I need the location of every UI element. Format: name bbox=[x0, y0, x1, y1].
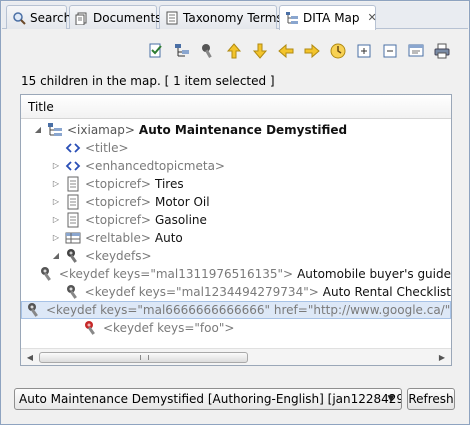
node-label: Motor Oil bbox=[154, 195, 210, 209]
expand-all-icon[interactable] bbox=[352, 40, 375, 62]
expanded-twisty-icon[interactable]: ◢ bbox=[51, 251, 61, 261]
node-tag: <keydefs> bbox=[85, 249, 152, 263]
tab-documents-label: Documents bbox=[93, 10, 162, 25]
tree-row[interactable]: <title> bbox=[21, 139, 451, 157]
key-icon bbox=[26, 302, 42, 318]
tree-row[interactable]: <keydef keys="foo"> bbox=[21, 319, 451, 337]
chevron-down-icon[interactable]: ▼ bbox=[384, 389, 398, 409]
move-up-icon[interactable] bbox=[222, 40, 245, 62]
scroll-right-icon[interactable]: ▶ bbox=[435, 351, 449, 364]
status-text: 15 children in the map. [ 1 item selecte… bbox=[21, 74, 275, 88]
refresh-button[interactable]: Refresh bbox=[407, 388, 455, 410]
demote-icon[interactable] bbox=[300, 40, 323, 62]
node-label: Auto Maintenance Demystified bbox=[138, 123, 348, 137]
properties-icon[interactable] bbox=[404, 40, 427, 62]
tab-search[interactable]: Search bbox=[6, 5, 71, 29]
collapsed-twisty-icon[interactable]: ▷ bbox=[51, 161, 61, 171]
documents-icon bbox=[75, 11, 89, 25]
node-tag: <keydef keys="foo"> bbox=[103, 321, 235, 335]
move-down-icon[interactable] bbox=[248, 40, 271, 62]
map-selector-dropdown[interactable]: Auto Maintenance Demystified [Authoring-… bbox=[14, 388, 402, 410]
horizontal-scrollbar[interactable]: ◀ ▶ bbox=[21, 348, 451, 365]
collapsed-twisty-icon[interactable]: ▷ bbox=[51, 179, 61, 189]
node-tag: <reltable> bbox=[85, 231, 151, 245]
collapsed-twisty-icon[interactable]: ▷ bbox=[51, 233, 61, 243]
topic-doc-icon bbox=[65, 212, 81, 228]
topic-doc-icon bbox=[65, 176, 81, 192]
key-red-icon bbox=[83, 320, 99, 336]
node-tag: <topicref> bbox=[85, 177, 151, 191]
tab-strip: Search Documents Taxonomy Terms DITA Map… bbox=[2, 2, 468, 30]
node-tag: <keydef keys="mal1234494279734"> bbox=[84, 285, 319, 299]
tree-row[interactable]: ▷ <enhancedtopicmeta> bbox=[21, 157, 451, 175]
node-tag: <topicref> bbox=[85, 195, 151, 209]
tree-row[interactable]: <keydef keys="mal1311976516135"> Automobi… bbox=[21, 265, 451, 283]
node-tag: <title> bbox=[85, 141, 129, 155]
tree-row[interactable]: ▷ <reltable> Auto bbox=[21, 229, 451, 247]
node-tag: <topicref> bbox=[85, 213, 151, 227]
scroll-thumb[interactable] bbox=[39, 352, 248, 363]
collapsed-twisty-icon[interactable]: ▷ bbox=[51, 197, 61, 207]
dita-map-icon bbox=[285, 11, 299, 25]
search-icon bbox=[12, 11, 26, 25]
node-tag: <ixiamap> bbox=[67, 123, 135, 137]
tab-dita-map[interactable]: DITA Map ✕ bbox=[279, 5, 377, 30]
toolbar bbox=[144, 39, 453, 63]
print-icon[interactable] bbox=[430, 40, 453, 62]
map-settings-icon[interactable] bbox=[170, 40, 193, 62]
dita-map-view: Search Documents Taxonomy Terms DITA Map… bbox=[0, 0, 470, 425]
collapse-all-icon[interactable] bbox=[378, 40, 401, 62]
node-tag: <keydef keys="mal6666666666666" href="ht… bbox=[46, 303, 451, 317]
node-label: Automobile buyer's guide bbox=[297, 267, 451, 281]
node-tag: <enhancedtopicmeta> bbox=[85, 159, 225, 173]
close-icon[interactable]: ✕ bbox=[368, 12, 377, 24]
collapsed-twisty-icon[interactable]: ▷ bbox=[51, 215, 61, 225]
expanded-twisty-icon[interactable]: ◢ bbox=[33, 125, 43, 135]
node-label: Gasoline bbox=[154, 213, 207, 227]
validate-icon[interactable] bbox=[144, 40, 167, 62]
key-icon bbox=[65, 284, 81, 300]
tree-row[interactable]: ▷ <topicref> Gasoline bbox=[21, 211, 451, 229]
tree-row[interactable]: ◢ <keydefs> bbox=[21, 247, 451, 265]
tree-row[interactable]: ▷ <topicref> Motor Oil bbox=[21, 193, 451, 211]
tree-root-row[interactable]: ◢ <ixiamap> Auto Maintenance Demystified bbox=[21, 121, 451, 139]
node-tag: <keydef keys="mal1311976516135"> bbox=[58, 267, 294, 281]
column-header-title[interactable]: Title bbox=[21, 95, 451, 119]
key-icon bbox=[39, 266, 55, 282]
node-label: Tires bbox=[154, 177, 184, 191]
promote-icon[interactable] bbox=[274, 40, 297, 62]
code-tag-icon bbox=[65, 158, 81, 174]
keydefs-icon bbox=[65, 248, 81, 264]
topic-doc-icon bbox=[65, 194, 81, 210]
history-icon[interactable] bbox=[326, 40, 349, 62]
node-label: Auto Rental Checklist bbox=[322, 285, 451, 299]
tree-row[interactable]: <keydef keys="mal1234494279734"> Auto Ren… bbox=[21, 283, 451, 301]
tab-dita-map-label: DITA Map bbox=[303, 11, 360, 25]
scroll-left-icon[interactable]: ◀ bbox=[23, 351, 37, 364]
tab-documents[interactable]: Documents bbox=[69, 5, 161, 29]
tab-search-label: Search bbox=[30, 10, 72, 25]
tab-taxonomy-label: Taxonomy Terms bbox=[183, 10, 283, 25]
map-tree[interactable]: Title ◢ <ixiamap> Auto Maintenance Demysti… bbox=[20, 94, 452, 366]
tree-row[interactable]: ▷ <topicref> Tires bbox=[21, 175, 451, 193]
map-selector-value: Auto Maintenance Demystified [Authoring-… bbox=[19, 392, 402, 406]
keydef-icon[interactable] bbox=[196, 40, 219, 62]
ixiamap-icon bbox=[47, 122, 63, 138]
taxonomy-icon bbox=[165, 11, 179, 25]
code-tag-icon bbox=[65, 140, 81, 156]
reltable-icon bbox=[65, 230, 81, 246]
node-label: Auto bbox=[154, 231, 183, 245]
tree-row[interactable]: <keydef keys="mal6666666666666" href="ht… bbox=[21, 301, 451, 319]
tab-taxonomy-terms[interactable]: Taxonomy Terms bbox=[159, 5, 283, 29]
